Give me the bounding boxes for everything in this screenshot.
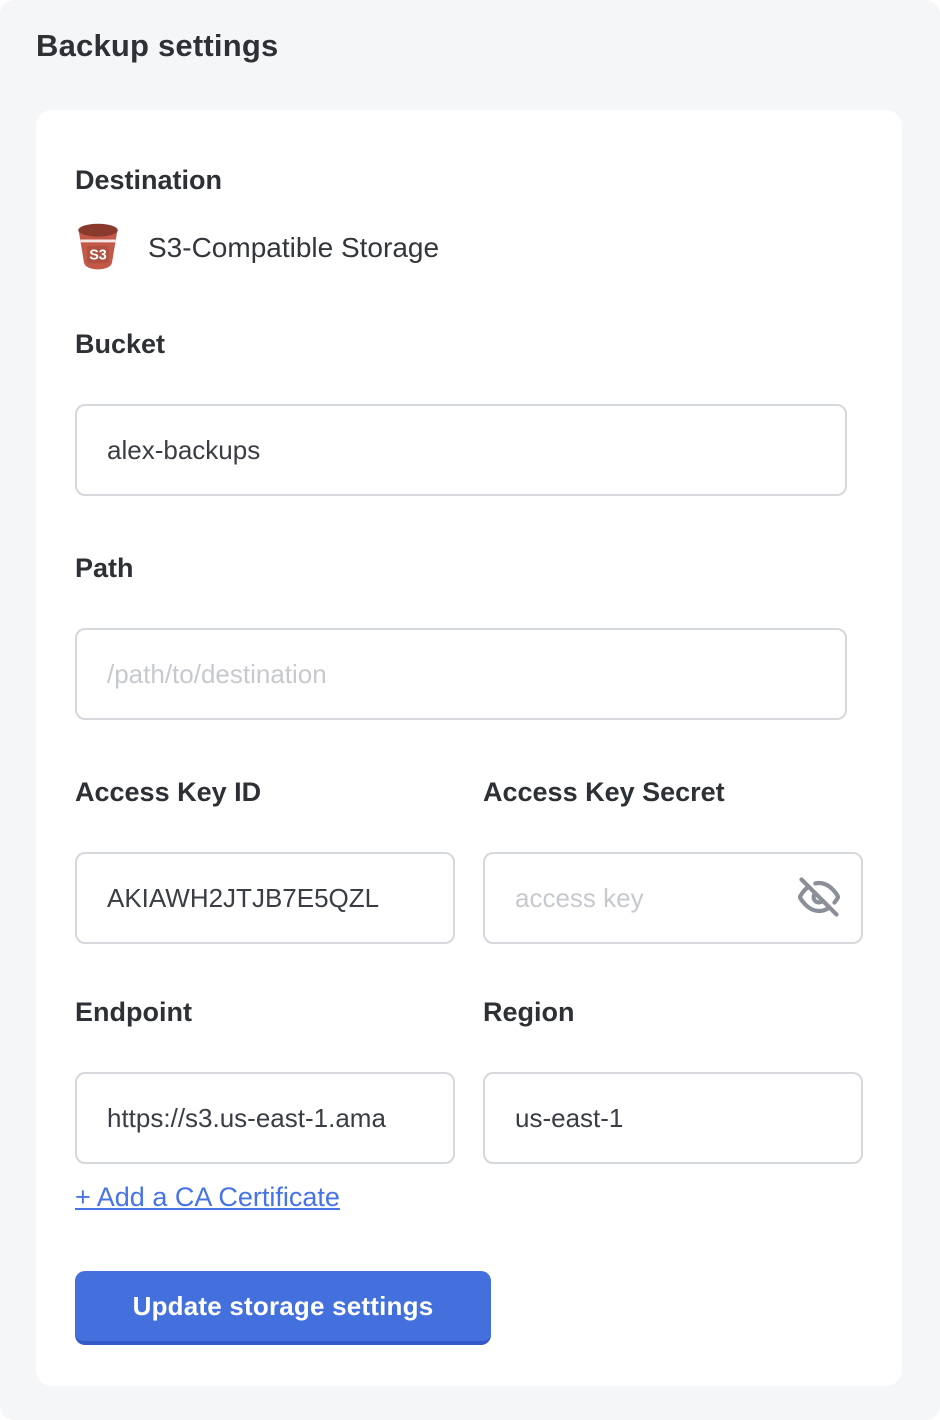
bucket-label: Bucket — [75, 328, 902, 360]
settings-card: Destination S3 S3-Compatible Storage Buc… — [36, 110, 902, 1386]
access-keys-row: Access Key ID Access Key Secret — [75, 776, 902, 944]
path-field-group: Path — [75, 552, 902, 720]
path-label: Path — [75, 552, 902, 584]
destination-value: S3-Compatible Storage — [148, 232, 439, 264]
ca-certificate-link-row: + Add a CA Certificate — [75, 1182, 902, 1213]
path-input[interactable] — [75, 628, 847, 720]
region-input[interactable] — [483, 1072, 863, 1164]
access-key-secret-input-wrap — [483, 852, 863, 944]
update-storage-settings-button[interactable]: Update storage settings — [75, 1271, 491, 1345]
destination-row: S3 S3-Compatible Storage — [75, 224, 902, 272]
endpoint-label: Endpoint — [75, 997, 192, 1027]
region-label: Region — [483, 997, 575, 1027]
backup-settings-page: Backup settings Destination S3 S3-Compat… — [0, 0, 940, 1420]
eye-off-icon — [798, 876, 840, 921]
page-title: Backup settings — [36, 28, 940, 64]
toggle-secret-visibility-button[interactable] — [795, 874, 843, 922]
update-storage-settings-button-label: Update storage settings — [133, 1291, 434, 1321]
endpoint-field-group: Endpoint — [75, 996, 455, 1164]
destination-label: Destination — [75, 165, 222, 195]
add-ca-certificate-link[interactable]: + Add a CA Certificate — [75, 1182, 340, 1212]
access-key-id-input[interactable] — [75, 852, 455, 944]
access-key-secret-label: Access Key Secret — [483, 777, 725, 807]
bucket-field-group: Bucket — [75, 328, 902, 496]
svg-text:S3: S3 — [89, 247, 107, 263]
access-key-id-field-group: Access Key ID — [75, 776, 455, 944]
access-key-secret-field-group: Access Key Secret — [483, 776, 863, 944]
region-field-group: Region — [483, 996, 863, 1164]
bucket-input[interactable] — [75, 404, 847, 496]
endpoint-input[interactable] — [75, 1072, 455, 1164]
endpoint-region-row: Endpoint Region — [75, 996, 902, 1164]
access-key-id-label: Access Key ID — [75, 777, 261, 807]
s3-bucket-icon: S3 — [75, 222, 121, 275]
